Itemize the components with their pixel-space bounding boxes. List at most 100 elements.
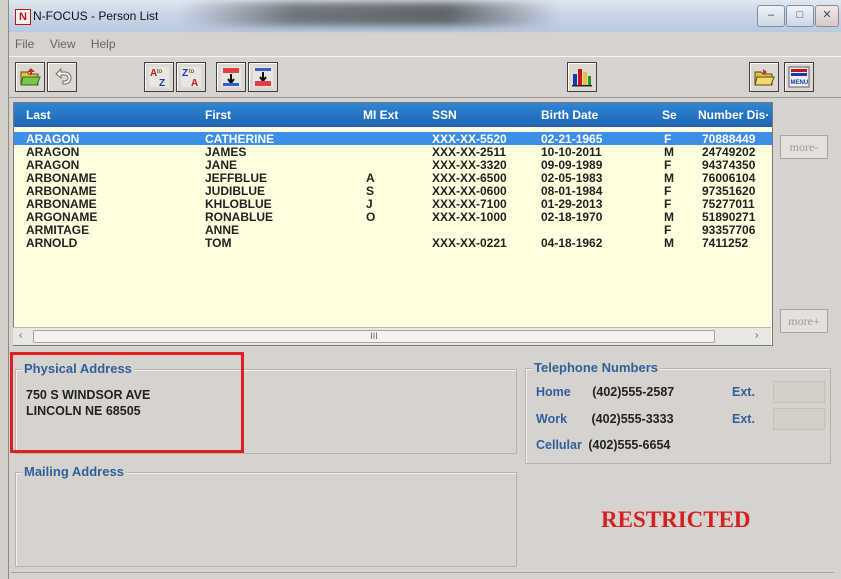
- cell-last: ARBONAME: [26, 184, 97, 198]
- sort-abc-down-icon: [221, 67, 241, 87]
- cell-last: ARGONAME: [26, 210, 98, 224]
- svg-text:Z: Z: [159, 78, 165, 88]
- sort-z-a-icon: Z to A: [181, 67, 201, 88]
- cell-birth: 01-29-2013: [541, 197, 603, 211]
- column-number[interactable]: Number Dis·: [698, 108, 769, 122]
- cell-birth: 09-09-1989: [541, 158, 603, 172]
- bottom-divider: [11, 572, 834, 573]
- table-row[interactable]: ARBONAME JUDIBLUE S XXX-XX-0600 08-01-1984 F 9…: [14, 184, 772, 198]
- cell-last: ARAGON: [26, 158, 80, 172]
- telephone-numbers-title: Telephone Numbers: [532, 360, 661, 375]
- cell-first: JAMES: [205, 145, 247, 159]
- svg-text:A: A: [191, 78, 198, 88]
- cell-ssn: XXX-XX-0221: [432, 236, 507, 250]
- column-birth-date[interactable]: Birth Date: [541, 108, 598, 122]
- column-first[interactable]: First: [205, 108, 231, 122]
- menu-file[interactable]: File: [15, 37, 34, 51]
- home-phone: Home (402)555-2587: [536, 385, 674, 399]
- sort-z-a-button[interactable]: Z to A: [176, 62, 206, 92]
- cell-birth: 02-05-1983: [541, 171, 603, 185]
- scroll-thumb[interactable]: III: [33, 330, 715, 343]
- sort-a-z-icon: A to Z: [149, 67, 169, 88]
- table-row[interactable]: ARBONAME KHLOBLUE J XXX-XX-7100 01-29-2013 F 7…: [14, 197, 772, 211]
- open-button[interactable]: [15, 62, 45, 92]
- cell-first: JANE: [205, 158, 238, 172]
- column-mi-ext[interactable]: MI Ext: [363, 108, 398, 122]
- maximize-button[interactable]: □: [786, 5, 814, 27]
- cell-last: ARAGON: [26, 132, 80, 146]
- title-bar-shadow: [179, 2, 559, 26]
- cell-number: 7411252: [702, 236, 749, 250]
- bar-chart-icon: [572, 69, 592, 87]
- cell-number: 75277011: [702, 197, 755, 211]
- menu-view[interactable]: View: [50, 37, 76, 51]
- physical-address-highlight: [10, 352, 244, 453]
- scroll-right-arrow[interactable]: ›: [755, 330, 758, 341]
- cell-last: ARBONAME: [26, 197, 97, 211]
- scroll-left-arrow[interactable]: ‹: [19, 330, 22, 341]
- cell-number: 24749202: [702, 145, 756, 159]
- cell-number: 76006104: [702, 171, 756, 185]
- cell-last: ARNOLD: [26, 236, 78, 250]
- menu-button[interactable]: MENU: [784, 62, 814, 92]
- cell-first: ANNE: [205, 223, 240, 237]
- restricted-banner: RESTRICTED: [601, 507, 751, 532]
- table-row[interactable]: ARAGON CATHERINE XXX-XX-5520 02-21-1965 F 708…: [14, 132, 772, 146]
- cell-number: 97351620: [702, 184, 756, 198]
- cell-ssn: XXX-XX-5520: [432, 132, 507, 146]
- cell-birth: 10-10-2011: [541, 145, 602, 159]
- cell-first: JEFFBLUE: [205, 171, 268, 185]
- svg-text:Z: Z: [182, 68, 188, 79]
- horizontal-scrollbar[interactable]: ‹ III ›: [13, 327, 771, 345]
- toolbar: A to Z Z to A MENU: [9, 56, 841, 98]
- sort-a-z-button[interactable]: A to Z: [144, 62, 174, 92]
- cellular-phone: Cellular (402)555-6654: [536, 438, 670, 452]
- cell-number: 93357706: [702, 223, 756, 237]
- menu-help[interactable]: Help: [91, 37, 116, 51]
- cell-sex: M: [664, 145, 674, 159]
- svg-text:MENU: MENU: [791, 80, 809, 86]
- cell-ssn: XXX-XX-3320: [432, 158, 507, 172]
- chart-button[interactable]: [567, 62, 597, 92]
- work-ext-field[interactable]: [773, 408, 825, 430]
- sort-abc-up-button[interactable]: [248, 62, 278, 92]
- cell-birth: 02-18-1970: [541, 210, 603, 224]
- cell-ssn: XXX-XX-1000: [432, 210, 507, 224]
- home-ext-field[interactable]: [773, 381, 825, 403]
- table-row[interactable]: ARNOLD TOM XXX-XX-0221 04-18-1962 M 7411252: [14, 236, 772, 250]
- sort-abc-down-button[interactable]: [216, 62, 246, 92]
- column-sex[interactable]: Se: [662, 108, 677, 122]
- undo-button[interactable]: [47, 62, 77, 92]
- minimize-button[interactable]: –: [757, 5, 785, 27]
- close-button[interactable]: ✕: [815, 5, 839, 27]
- cell-mi: A: [366, 171, 375, 185]
- list-header: Last First MI Ext SSN Birth Date Se Numb…: [14, 103, 772, 127]
- column-ssn[interactable]: SSN: [432, 108, 457, 122]
- cell-ssn: XXX-XX-6500: [432, 171, 507, 185]
- table-row[interactable]: ARGONAME RONABLUE O XXX-XX-1000 02-18-1970 M 5…: [14, 210, 772, 224]
- mailing-address-group: Mailing Address: [15, 464, 517, 567]
- cell-ssn: XXX-XX-0600: [432, 184, 507, 198]
- column-last[interactable]: Last: [26, 108, 51, 122]
- mailing-address-title: Mailing Address: [22, 464, 126, 479]
- more-down-button[interactable]: more+: [780, 309, 828, 333]
- folder-button[interactable]: [749, 62, 779, 92]
- scroll-thumb-grip: III: [370, 331, 378, 341]
- more-up-button[interactable]: more-: [780, 135, 828, 159]
- table-row[interactable]: ARMITAGE ANNE F 93357706: [14, 223, 772, 237]
- cell-sex: F: [664, 158, 672, 172]
- cell-sex: M: [664, 236, 674, 250]
- home-phone-label: Home: [536, 385, 571, 399]
- cell-birth: 04-18-1962: [541, 236, 603, 250]
- n-focus-app-icon[interactable]: N: [15, 9, 31, 25]
- table-row[interactable]: ARBONAME JEFFBLUE A XXX-XX-6500 02-05-1983 M 7…: [14, 171, 772, 185]
- cell-mi: J: [366, 197, 373, 211]
- title-bar[interactable]: N N-FOCUS - Person List – □ ✕: [9, 0, 841, 32]
- cell-sex: F: [664, 184, 672, 198]
- table-row[interactable]: ARAGON JANE XXX-XX-3320 09-09-1989 F 94374350: [14, 158, 772, 172]
- cellular-phone-value: (402)555-6654: [588, 438, 671, 452]
- cell-first: JUDIBLUE: [205, 184, 266, 198]
- person-list[interactable]: Last First MI Ext SSN Birth Date Se Numb…: [13, 102, 773, 346]
- window-title: N-FOCUS - Person List: [33, 9, 159, 23]
- table-row[interactable]: ARAGON JAMES XXX-XX-2511 10-10-2011 M 2474920…: [14, 145, 772, 159]
